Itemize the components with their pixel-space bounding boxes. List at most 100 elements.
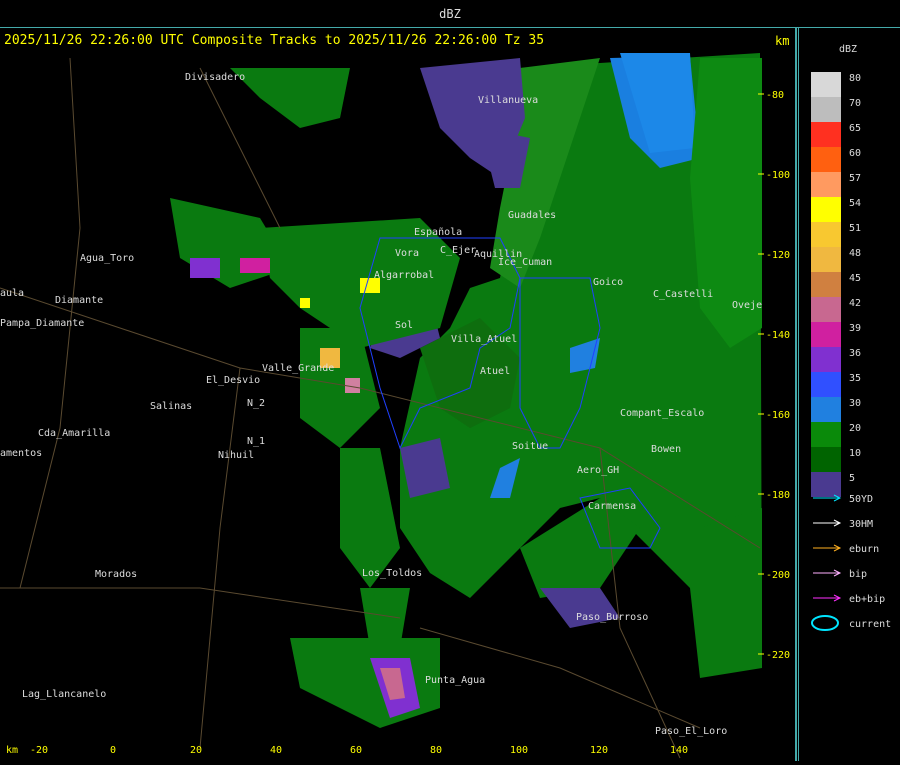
legend-swatch bbox=[811, 372, 841, 397]
x-tick-label: 120 bbox=[590, 745, 608, 756]
place-label: Lag_Llancanelo bbox=[22, 689, 106, 700]
place-label: Pampa_Diamante bbox=[0, 318, 84, 329]
place-label: C_Ejer bbox=[440, 245, 476, 256]
place-label: aula bbox=[0, 288, 24, 299]
legend-value: 10 bbox=[849, 448, 861, 459]
legend-swatch bbox=[811, 272, 841, 297]
y-tick-label: -80 bbox=[766, 90, 784, 101]
composite-tracks-header: 2025/11/26 22:26:00 UTC Composite Tracks… bbox=[4, 33, 545, 48]
place-label: C_Castelli bbox=[653, 289, 713, 300]
y-tick-label: -160 bbox=[766, 410, 790, 421]
x-tick-label: 100 bbox=[510, 745, 528, 756]
place-label: Goico bbox=[593, 277, 623, 288]
y-tick-label: -120 bbox=[766, 250, 790, 261]
legend-swatch bbox=[811, 247, 841, 272]
legend-value: 20 bbox=[849, 423, 861, 434]
x-tick-label: -20 bbox=[30, 745, 48, 756]
x-tick-label: 0 bbox=[110, 745, 116, 756]
legend-value: 48 bbox=[849, 248, 861, 259]
legend-track-label: 30HM bbox=[849, 519, 873, 530]
place-label: Compant_Escalo bbox=[620, 408, 704, 419]
place-label: Divisadero bbox=[185, 72, 245, 83]
place-label: Paso_Burroso bbox=[576, 612, 648, 623]
place-label: Villa_Atuel bbox=[451, 334, 517, 345]
legend-swatch bbox=[811, 472, 841, 497]
legend-swatch bbox=[811, 322, 841, 347]
legend-swatch bbox=[811, 72, 841, 97]
place-label: Cda_Amarilla bbox=[38, 428, 110, 439]
legend-value: 39 bbox=[849, 323, 861, 334]
place-label: Soitue bbox=[512, 441, 548, 452]
legend-value: 30 bbox=[849, 398, 861, 409]
place-label: Agua_Toro bbox=[80, 253, 134, 264]
legend-swatch bbox=[811, 422, 841, 447]
dbz-legend: dBZ 80 70 65 60 57 54 51 48 45 42 39 36 35 30 20 10 5 50Y… bbox=[798, 28, 900, 761]
legend-swatch bbox=[811, 447, 841, 472]
legend-swatch bbox=[811, 197, 841, 222]
x-axis-unit: km bbox=[6, 745, 18, 756]
legend-swatch bbox=[811, 172, 841, 197]
place-label: amentos bbox=[0, 448, 42, 459]
place-label: Punta_Agua bbox=[425, 675, 485, 686]
legend-value: 51 bbox=[849, 223, 861, 234]
legend-swatch bbox=[811, 97, 841, 122]
y-tick-label: -220 bbox=[766, 650, 790, 661]
place-label: Nihuil bbox=[218, 450, 254, 461]
place-label: Sol bbox=[395, 320, 413, 331]
legend-value: 70 bbox=[849, 98, 861, 109]
legend-swatch bbox=[811, 222, 841, 247]
place-label: Los_Toldos bbox=[362, 568, 422, 579]
y-tick-label: -200 bbox=[766, 570, 790, 581]
place-label: N_1 bbox=[247, 436, 265, 447]
legend-track-label: bip bbox=[849, 569, 867, 580]
x-tick-label: 20 bbox=[190, 745, 202, 756]
place-label: Española bbox=[414, 227, 462, 238]
place-label: Villanueva bbox=[478, 95, 538, 106]
legend-track-label: 50YD bbox=[849, 494, 873, 505]
legend-value: 35 bbox=[849, 373, 861, 384]
place-label: Diamante bbox=[55, 295, 103, 306]
place-label: Morados bbox=[95, 569, 137, 580]
window-title: dBZ bbox=[0, 0, 900, 28]
legend-value: 45 bbox=[849, 273, 861, 284]
current-track-icon bbox=[811, 615, 839, 631]
legend-swatch bbox=[811, 122, 841, 147]
place-label: Valle_Grande bbox=[262, 363, 334, 374]
place-label: Aero_GH bbox=[577, 465, 619, 476]
legend-track-label: eburn bbox=[849, 544, 879, 555]
place-label: El_Desvio bbox=[206, 375, 260, 386]
place-label: Salinas bbox=[150, 401, 192, 412]
y-tick-label: -100 bbox=[766, 170, 790, 181]
km-unit-label: km bbox=[775, 34, 790, 48]
legend-swatch bbox=[811, 297, 841, 322]
legend-value: 5 bbox=[849, 473, 855, 484]
legend-value: 54 bbox=[849, 198, 861, 209]
place-label: Paso_El_Loro bbox=[655, 726, 727, 737]
legend-value: 60 bbox=[849, 148, 861, 159]
legend-swatch bbox=[811, 397, 841, 422]
x-tick-label: 60 bbox=[350, 745, 362, 756]
legend-track-label: current bbox=[849, 619, 891, 630]
place-label: Guadales bbox=[508, 210, 556, 221]
x-tick-label: 80 bbox=[430, 745, 442, 756]
place-label: Oveje bbox=[732, 300, 762, 311]
y-tick-label: -180 bbox=[766, 490, 790, 501]
y-tick-label: -140 bbox=[766, 330, 790, 341]
radar-map[interactable]: Divisadero Villanueva Guadales Española Vora… bbox=[0, 28, 797, 761]
legend-value: 42 bbox=[849, 298, 861, 309]
x-tick-label: 140 bbox=[670, 745, 688, 756]
legend-value: 80 bbox=[849, 73, 861, 84]
place-label: Algarrobal bbox=[374, 270, 434, 281]
place-label: N_2 bbox=[247, 398, 265, 409]
place-label: Vora bbox=[395, 248, 419, 259]
legend-swatch bbox=[811, 147, 841, 172]
x-tick-label: 40 bbox=[270, 745, 282, 756]
radar-canvas[interactable]: Divisadero Villanueva Guadales Española Vora… bbox=[0, 28, 795, 761]
place-label: Atuel bbox=[480, 366, 510, 377]
legend-canvas: 80 70 65 60 57 54 51 48 45 42 39 36 35 30 20 10 5 50YD 30H… bbox=[811, 72, 891, 631]
legend-swatch bbox=[811, 347, 841, 372]
place-label: Bowen bbox=[651, 444, 681, 455]
place-label: Carmensa bbox=[588, 501, 636, 512]
legend-track-label: eb+bip bbox=[849, 594, 885, 605]
place-label: Ice_Cuman bbox=[498, 257, 552, 268]
